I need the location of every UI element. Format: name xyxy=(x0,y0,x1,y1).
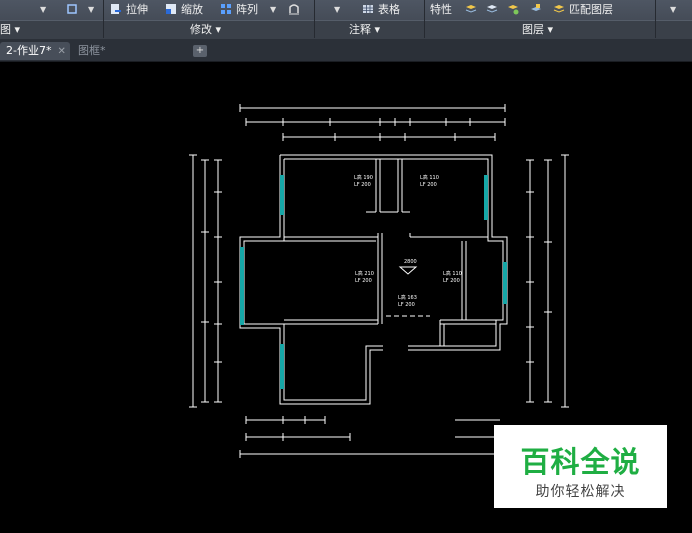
dimension-line xyxy=(544,159,552,403)
layer-freeze-icon xyxy=(508,5,519,15)
room-label: LF 200 xyxy=(398,302,415,308)
window xyxy=(280,344,284,389)
tab-frame[interactable]: 图框* xyxy=(72,42,112,60)
group-divider xyxy=(424,0,425,38)
interior-wall xyxy=(375,159,403,212)
table-button[interactable]: 表格 xyxy=(362,2,400,17)
group-divider xyxy=(314,0,315,38)
stretch-button[interactable]: 拉伸 xyxy=(110,2,148,17)
interior-wall xyxy=(409,233,488,238)
window xyxy=(484,175,488,220)
layer-lock-icon xyxy=(531,4,541,11)
room-label: L高 110 xyxy=(443,270,462,277)
scale-button[interactable]: 缩放 xyxy=(165,2,203,17)
dropdown-caret-icon[interactable]: ▼ xyxy=(270,2,276,17)
interior-wall xyxy=(377,233,383,324)
elevation-marker xyxy=(398,266,418,275)
match-layer-icon xyxy=(553,5,565,13)
dimension-line xyxy=(214,159,222,403)
dimension-line xyxy=(245,118,506,126)
match-layer-button[interactable]: 匹配图层 xyxy=(553,2,613,17)
stretch-icon xyxy=(111,4,121,14)
offset-tool-button[interactable] xyxy=(288,2,304,17)
outer-wall xyxy=(280,154,508,351)
layer-tool-1-button[interactable] xyxy=(465,2,481,17)
dropdown-caret-icon[interactable]: ▼ xyxy=(670,2,676,17)
rectangle-tool-button[interactable] xyxy=(66,2,82,17)
window xyxy=(503,262,507,304)
layer-tool-3-button[interactable] xyxy=(507,2,523,17)
watermark-subtitle: 助你轻松解决 xyxy=(535,484,626,500)
group-divider xyxy=(103,0,104,38)
window xyxy=(240,247,244,325)
match-layer-label: 匹配图层 xyxy=(569,3,613,16)
layers-group-label[interactable]: 图层 ▾ xyxy=(522,22,553,38)
interior-wall xyxy=(284,319,378,325)
elevation-label: 2800 xyxy=(404,259,417,265)
dimension-line xyxy=(239,450,505,458)
table-icon xyxy=(363,5,373,13)
dropdown-caret-icon[interactable]: ▼ xyxy=(40,2,46,17)
layer-tool-2-button[interactable] xyxy=(486,2,502,17)
properties-button[interactable]: 特性 xyxy=(430,2,452,17)
floor-plan xyxy=(189,104,569,458)
draw-group-label[interactable]: 图 ▾ xyxy=(0,22,20,38)
layer-stack-icon xyxy=(486,5,498,13)
room-label: LF 200 xyxy=(443,278,460,284)
properties-label: 特性 xyxy=(430,3,452,16)
dimension-line xyxy=(245,433,351,441)
dimension-line xyxy=(245,416,326,424)
outer-wall xyxy=(284,158,504,347)
interior-wall xyxy=(461,241,467,320)
array-icon xyxy=(221,4,231,14)
room-label: L高 190 xyxy=(354,174,373,181)
dropdown-caret-icon[interactable]: ▼ xyxy=(334,2,340,17)
windows xyxy=(240,175,507,389)
close-icon[interactable]: ✕ xyxy=(57,46,65,57)
array-label: 阵列 xyxy=(236,3,258,16)
watermark-badge: 百科全说 助你轻松解决 xyxy=(494,425,667,508)
ribbon: ▼ ▼ 拉伸 缩放 阵列 ▼ ▼ 表格 特性 匹配图层 ▼ 图 ▾ 修改 ▾ 注… xyxy=(0,0,692,39)
interior-wall xyxy=(284,236,378,242)
watermark-title: 百科全说 xyxy=(520,445,641,479)
room-label: L高 210 xyxy=(355,270,374,277)
tab-homework7[interactable]: 2-作业7* ✕ xyxy=(0,42,70,60)
tab-label: 2-作业7* xyxy=(6,44,52,57)
modify-group-label[interactable]: 修改 ▾ xyxy=(190,22,221,38)
dimension-line xyxy=(526,159,534,403)
room-label: L高 110 xyxy=(420,174,439,181)
annotate-group-label[interactable]: 注释 ▾ xyxy=(349,22,380,38)
layer-tool-4-button[interactable] xyxy=(530,2,546,17)
tab-label: 图框* xyxy=(78,44,106,57)
room-label: LF 200 xyxy=(355,278,372,284)
window xyxy=(280,175,284,215)
dropdown-caret-icon[interactable]: ▼ xyxy=(88,2,94,17)
dimension-line xyxy=(239,104,506,112)
table-label: 表格 xyxy=(378,3,400,16)
file-tab-bar: 2-作业7* ✕ 图框* + xyxy=(0,39,692,62)
group-divider xyxy=(655,0,656,38)
dimension-line xyxy=(201,159,209,403)
dimension-line xyxy=(282,133,496,141)
layer-stack-icon xyxy=(465,5,477,13)
room-label: LF 200 xyxy=(420,182,437,188)
offset-icon xyxy=(289,4,299,15)
stretch-label: 拉伸 xyxy=(126,3,148,16)
rectangle-icon xyxy=(67,4,77,14)
room-label: LF 200 xyxy=(354,182,371,188)
scale-label: 缩放 xyxy=(181,3,203,16)
room-label: L高 163 xyxy=(398,294,417,301)
new-tab-button[interactable]: + xyxy=(193,45,207,57)
dimension-line xyxy=(189,154,197,408)
dimension-line xyxy=(561,154,569,408)
interior-wall xyxy=(439,319,496,346)
scale-icon xyxy=(166,4,176,14)
array-button[interactable]: 阵列 xyxy=(220,2,258,17)
